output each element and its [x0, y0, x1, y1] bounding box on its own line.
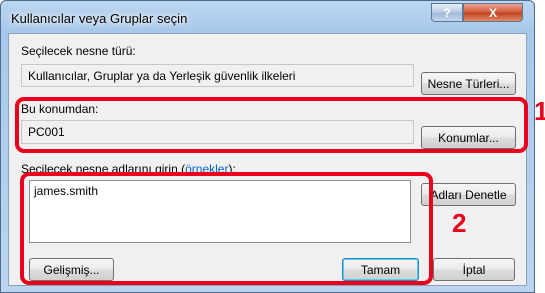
help-button[interactable]: ? — [431, 3, 463, 22]
location-label: Bu konumdan: — [21, 102, 99, 116]
ok-button[interactable]: Tamam — [342, 258, 419, 281]
dialog-window: Kullanıcılar veya Gruplar seçin ? X Seçi… — [0, 0, 535, 293]
object-type-label: Seçilecek nesne türü: — [21, 44, 136, 58]
names-label-suffix: ): — [228, 162, 236, 176]
names-label: Seçilecek nesne adlarını girin (örnekler… — [21, 162, 236, 176]
title-bar[interactable]: Kullanıcılar veya Gruplar seçin ? X — [1, 1, 534, 35]
examples-link[interactable]: örnekler — [185, 162, 228, 176]
dialog-client-area: Seçilecek nesne türü: Kullanıcılar, Grup… — [8, 33, 527, 286]
check-names-button[interactable]: Adları Denetle — [421, 183, 516, 206]
cancel-button[interactable]: İptal — [433, 258, 515, 281]
advanced-button[interactable]: Gelişmiş... — [29, 258, 114, 281]
callout-number-2: 2 — [452, 208, 467, 238]
window-title: Kullanıcılar veya Gruplar seçin — [11, 11, 188, 26]
location-field: PC001 — [21, 120, 414, 144]
object-types-button[interactable]: Nesne Türleri... — [421, 72, 516, 95]
callout-number-1: 1 — [534, 96, 545, 126]
locations-button[interactable]: Konumlar... — [421, 126, 516, 149]
close-button[interactable]: X — [463, 3, 523, 22]
names-label-prefix: Seçilecek nesne adlarını girin ( — [21, 162, 186, 176]
close-icon: X — [488, 5, 497, 20]
help-icon: ? — [443, 5, 451, 20]
object-type-field: Kullanıcılar, Gruplar ya da Yerleşik güv… — [21, 64, 414, 87]
names-input[interactable]: james.smith — [29, 180, 411, 243]
